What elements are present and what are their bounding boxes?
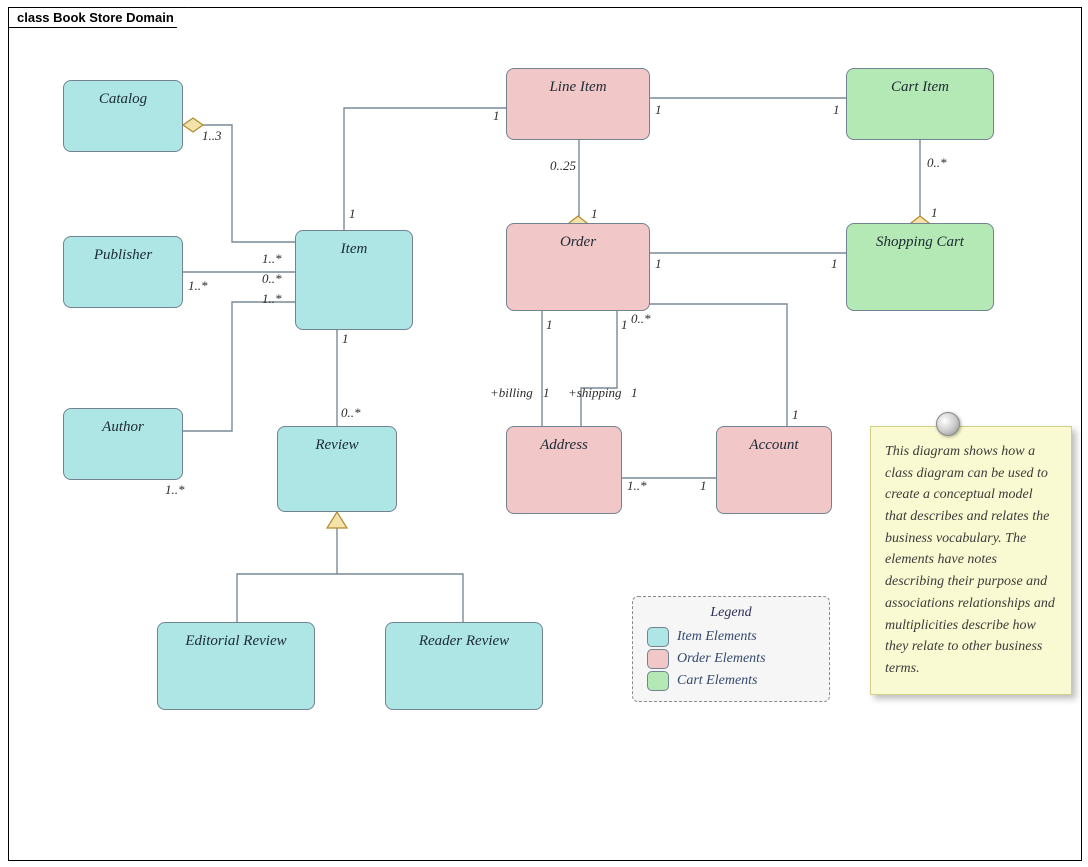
class-author[interactable]: Author <box>63 408 183 480</box>
sticky-note: This diagram shows how a class diagram c… <box>870 426 1072 695</box>
class-publisher[interactable]: Publisher <box>63 236 183 308</box>
class-line-item[interactable]: Line Item <box>506 68 650 140</box>
legend-cart-elements: Cart Elements <box>647 671 815 691</box>
class-shopping-cart[interactable]: Shopping Cart <box>846 223 994 311</box>
mult-catalog-item: 1..3 <box>202 128 222 144</box>
legend-label: Cart Elements <box>677 673 758 689</box>
mult-line-left: 1 <box>493 108 500 124</box>
mult-item-review-top: 1 <box>342 331 349 347</box>
mult-author-near: 1..* <box>165 482 185 498</box>
swatch-item <box>647 627 669 647</box>
legend-label: Item Elements <box>677 629 757 645</box>
mult-pub-near: 1..* <box>188 278 208 294</box>
role-billing1: 1 <box>543 385 550 401</box>
mult-cart-many: 0..* <box>927 155 947 171</box>
class-item[interactable]: Item <box>295 230 413 330</box>
mult-line-right: 1 <box>655 102 662 118</box>
swatch-order <box>647 649 669 669</box>
role-shipping1: 1 <box>631 385 638 401</box>
mult-item-top: 1 <box>349 206 356 222</box>
mult-acct-top: 1 <box>792 407 799 423</box>
diagram-frame: class Book Store Domain <box>8 7 1082 861</box>
mult-addr-acct-l: 1..* <box>627 478 647 494</box>
legend-order-elements: Order Elements <box>647 649 815 669</box>
role-billing: +billing <box>490 385 533 401</box>
class-account[interactable]: Account <box>716 426 832 514</box>
mult-order-line: 1 <box>591 206 598 222</box>
class-catalog[interactable]: Catalog <box>63 80 183 152</box>
mult-addr-l: 1 <box>546 317 553 333</box>
mult-pub-far: 1..* <box>262 251 282 267</box>
legend-item-elements: Item Elements <box>647 627 815 647</box>
mult-author-item: 1..* <box>262 291 282 307</box>
mult-addr-r: 1 <box>621 317 628 333</box>
class-reader-review[interactable]: Reader Review <box>385 622 543 710</box>
mult-cart-line: 1 <box>833 102 840 118</box>
mult-order-cart-l: 1 <box>655 256 662 272</box>
class-address[interactable]: Address <box>506 426 622 514</box>
legend-box: Legend Item Elements Order Elements Cart… <box>632 596 830 702</box>
swatch-cart <box>647 671 669 691</box>
legend-title: Legend <box>647 605 815 621</box>
mult-cart-one: 1 <box>931 205 938 221</box>
mult-order-many: 0..* <box>631 311 651 327</box>
legend-label: Order Elements <box>677 651 766 667</box>
class-review[interactable]: Review <box>277 426 397 512</box>
mult-order-cart-r: 1 <box>831 256 838 272</box>
mult-line-order: 0..25 <box>550 158 576 174</box>
role-shipping: +shipping <box>568 385 622 401</box>
class-order[interactable]: Order <box>506 223 650 311</box>
class-editorial-review[interactable]: Editorial Review <box>157 622 315 710</box>
class-cart-item[interactable]: Cart Item <box>846 68 994 140</box>
mult-addr-acct-r: 1 <box>700 478 707 494</box>
mult-item-mid: 0..* <box>262 271 282 287</box>
pushpin-icon <box>936 412 960 436</box>
mult-item-review-bot: 0..* <box>341 405 361 421</box>
